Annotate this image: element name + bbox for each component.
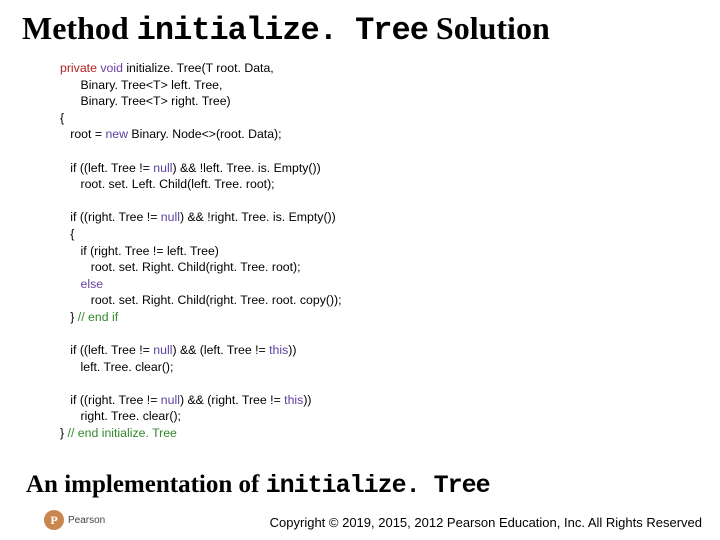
kw-null: null: [153, 161, 172, 175]
title-mono: initialize. Tree: [137, 12, 428, 49]
code-line: root. set. Right. Child(right. Tree. roo…: [60, 293, 342, 307]
code-line: {: [60, 111, 64, 125]
logo-letter: P: [50, 513, 57, 528]
code-line: root. set. Left. Child(left. Tree. root)…: [60, 177, 275, 191]
kw-null: null: [153, 343, 172, 357]
kw-new: new: [105, 127, 128, 141]
code-line: ) && !left. Tree. is. Empty()): [172, 161, 320, 175]
code-line: [60, 277, 81, 291]
kw-this: this: [284, 393, 303, 407]
code-line: if (right. Tree != left. Tree): [60, 244, 219, 258]
comment: // end initialize. Tree: [68, 426, 177, 440]
code-block: private void initialize. Tree(T root. Da…: [60, 60, 342, 442]
code-line: ) && (left. Tree !=: [172, 343, 269, 357]
caption-pre: An implementation of: [26, 471, 266, 498]
code-line: )): [303, 393, 311, 407]
code-line: Binary. Tree<T> left. Tree,: [60, 78, 222, 92]
pearson-logo: P Pearson: [44, 510, 105, 530]
caption: An implementation of initialize. Tree: [26, 471, 490, 500]
caption-mono: initialize. Tree: [266, 471, 490, 500]
logo-circle-icon: P: [44, 510, 64, 530]
code-line: right. Tree. clear();: [60, 409, 181, 423]
code-line: }: [60, 426, 68, 440]
code-line: if ((right. Tree !=: [60, 393, 161, 407]
kw-null: null: [161, 210, 180, 224]
code-line: if ((left. Tree !=: [60, 343, 153, 357]
code-line: Binary. Node<>(root. Data);: [128, 127, 282, 141]
kw-else: else: [81, 277, 104, 291]
logo-brand-text: Pearson: [68, 515, 105, 526]
code-line: root =: [60, 127, 105, 141]
title-post: Solution: [428, 10, 550, 46]
copyright-footer: Copyright © 2019, 2015, 2012 Pearson Edu…: [270, 515, 702, 530]
kw-private: private: [60, 61, 97, 75]
code-line: if ((right. Tree !=: [60, 210, 161, 224]
code-line: }: [60, 310, 78, 324]
kw-void: void: [100, 61, 123, 75]
title-pre: Method: [22, 10, 137, 46]
code-line: left. Tree. clear();: [60, 360, 173, 374]
code-line: )): [288, 343, 296, 357]
logo-wrap: P Pearson: [44, 510, 105, 530]
code-line: initialize. Tree(T root. Data,: [123, 61, 274, 75]
code-line: if ((left. Tree !=: [60, 161, 153, 175]
code-line: ) && (right. Tree !=: [180, 393, 284, 407]
kw-this: this: [269, 343, 288, 357]
code-line: {: [60, 227, 74, 241]
code-line: Binary. Tree<T> right. Tree): [60, 94, 231, 108]
code-line: root. set. Right. Child(right. Tree. roo…: [60, 260, 301, 274]
code-line: ) && !right. Tree. is. Empty()): [180, 210, 336, 224]
slide-title: Method initialize. Tree Solution: [22, 10, 550, 49]
kw-null: null: [161, 393, 180, 407]
comment: // end if: [78, 310, 118, 324]
slide: Method initialize. Tree Solution private…: [0, 0, 720, 540]
